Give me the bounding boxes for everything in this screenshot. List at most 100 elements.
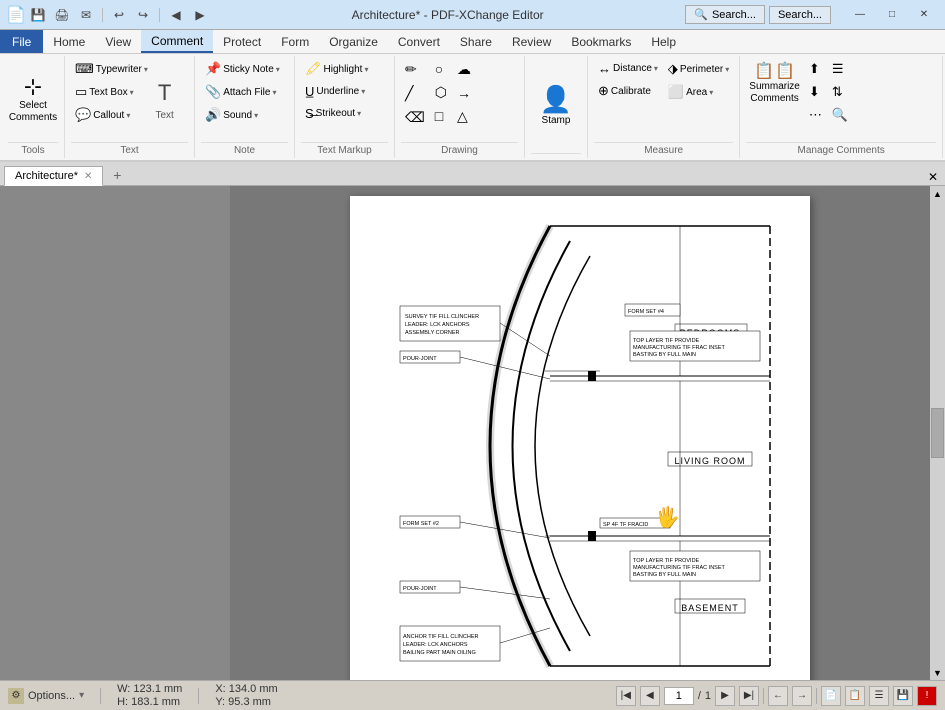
sound-arrow: ▾ (254, 111, 258, 120)
triangle-button[interactable]: △ (453, 105, 475, 128)
first-page-button[interactable]: |◀ (616, 686, 636, 706)
text-button[interactable]: T (154, 77, 175, 109)
redo-button[interactable]: ↪ (133, 6, 153, 24)
arrow-button[interactable]: → (453, 82, 475, 104)
options-icon[interactable]: ⚙ (8, 688, 24, 704)
menu-comment[interactable]: Comment (141, 30, 213, 53)
title-bar-left: 📄 💾 🖨 ✉ ↩ ↪ ◀ ▶ (8, 6, 210, 24)
comment-list-button[interactable]: ☰ (828, 58, 852, 80)
error-button[interactable]: ! (917, 686, 937, 706)
underline-button[interactable]: U̲ Underline ▾ (301, 81, 372, 102)
single-page-button[interactable]: 📄 (821, 686, 841, 706)
back-button[interactable]: ◀ (166, 6, 186, 24)
attach-file-button[interactable]: 📎 Attach File ▾ (201, 81, 284, 103)
perimeter-button[interactable]: ⬗ Perimeter ▾ (664, 58, 733, 80)
save-button[interactable]: 💾 (28, 6, 48, 24)
area-arrow: ▾ (709, 88, 713, 97)
options-label[interactable]: Options... (28, 690, 75, 702)
text-label: Text (154, 110, 175, 121)
menu-organize[interactable]: Organize (319, 30, 388, 53)
summarize-comments-button[interactable]: 📋 📋 SummarizeComments (746, 58, 803, 108)
circle-button[interactable]: ○ (431, 58, 451, 80)
calibrate-button[interactable]: ⊕ Calibrate (594, 80, 662, 102)
highlight-button[interactable]: 🖍 Highlight ▾ (301, 58, 372, 80)
svg-text:LIVING ROOM: LIVING ROOM (674, 456, 745, 466)
typewriter-button[interactable]: ⌨ Typewriter ▾ (71, 58, 152, 80)
height-value: H: 183.1 mm (117, 696, 182, 708)
status-sep-3 (763, 688, 764, 704)
menu-bookmarks[interactable]: Bookmarks (561, 30, 641, 53)
cloud-icon: ☁ (457, 61, 471, 78)
eraser-button[interactable]: ⌫ (401, 106, 429, 129)
save-status-button[interactable]: 💾 (893, 686, 913, 706)
print-button[interactable]: 🖨 (52, 6, 72, 24)
document-tab[interactable]: Architecture* ✕ (4, 166, 103, 186)
undo-button[interactable]: ↩ (109, 6, 129, 24)
forward-button[interactable]: ▶ (190, 6, 210, 24)
textbox-arrow: ▾ (130, 88, 134, 97)
distance-arrow: ▾ (654, 64, 658, 73)
ribbon-group-measure: ↔ Distance ▾ ⊕ Calibrate ⬗ Perimeter ▾ (588, 56, 740, 158)
line-button[interactable]: ╱ (401, 82, 429, 105)
email-button[interactable]: ✉ (76, 6, 96, 24)
last-page-button[interactable]: ▶| (739, 686, 759, 706)
menu-form[interactable]: Form (271, 30, 319, 53)
menu-convert[interactable]: Convert (388, 30, 450, 53)
maximize-button[interactable]: □ (879, 6, 905, 24)
close-button[interactable]: ✕ (911, 6, 937, 24)
tab-close-button[interactable]: ✕ (84, 171, 92, 182)
menu-share[interactable]: Share (450, 30, 502, 53)
sticky-note-button[interactable]: 📌 Sticky Note ▾ (201, 58, 284, 80)
textbox-button[interactable]: ▭ Text Box ▾ (71, 81, 152, 103)
strikeout-button[interactable]: S̶ Strikeout ▾ (301, 103, 372, 124)
continuous-button[interactable]: ☰ (869, 686, 889, 706)
area-button[interactable]: ⬜ Area ▾ (664, 81, 733, 103)
scroll-thumb[interactable] (931, 408, 944, 458)
export-comments-button[interactable]: ⬇ (805, 81, 826, 103)
main-area: BEDROOMS LIVING ROOM BASEMENT SURVEY TIF… (0, 186, 945, 680)
minimize-button[interactable]: — (847, 6, 873, 24)
menu-file[interactable]: File (0, 30, 43, 53)
next-page-button[interactable]: ▶ (715, 686, 735, 706)
scroll-down-button[interactable]: ▼ (930, 665, 945, 680)
page-number-input[interactable] (664, 687, 694, 705)
pencil-button[interactable]: ✏ (401, 58, 429, 81)
select-comments-button[interactable]: ⊹ SelectComments (8, 69, 58, 129)
svg-text:TOP LAYER TIF PROVIDE: TOP LAYER TIF PROVIDE (633, 558, 700, 564)
polygon-button[interactable]: ⬡ (431, 81, 451, 104)
go-back-button[interactable]: ← (768, 686, 788, 706)
go-forward-button[interactable]: → (792, 686, 812, 706)
circle-icon: ○ (435, 61, 443, 77)
filter-button[interactable]: 🔍 (828, 104, 852, 126)
import-comments-button[interactable]: ⬆ (805, 58, 826, 80)
callout-button[interactable]: 💬 Callout ▾ (71, 104, 152, 126)
app-icon[interactable]: 📄 (8, 7, 24, 23)
menu-review[interactable]: Review (502, 30, 561, 53)
menu-help[interactable]: Help (641, 30, 686, 53)
close-all-tabs-button[interactable]: ✕ (925, 169, 941, 185)
new-tab-button[interactable]: + (107, 165, 127, 185)
stamp-button[interactable]: 👤 Stamp (531, 79, 581, 131)
prev-page-button[interactable]: ◀ (640, 686, 660, 706)
sound-icon: 🔊 (205, 107, 221, 123)
cloud-button[interactable]: ☁ (453, 58, 475, 81)
svg-text:LEADER: LCK ANCHORS: LEADER: LCK ANCHORS (403, 642, 468, 648)
menu-view[interactable]: View (95, 30, 141, 53)
right-scrollbar[interactable]: ▲ ▼ (930, 186, 945, 680)
rect-button[interactable]: □ (431, 105, 451, 127)
svg-text:FORM SET #2: FORM SET #2 (403, 521, 439, 527)
menu-home[interactable]: Home (43, 30, 95, 53)
distance-button[interactable]: ↔ Distance ▾ (594, 58, 662, 79)
sound-button[interactable]: 🔊 Sound ▾ (201, 104, 284, 126)
pdf-document: BEDROOMS LIVING ROOM BASEMENT SURVEY TIF… (350, 196, 810, 680)
svg-text:MANUFACTURING TIF FRAC INSET: MANUFACTURING TIF FRAC INSET (633, 345, 726, 351)
find-button[interactable]: 🔍 Search... (685, 5, 765, 24)
document-area[interactable]: BEDROOMS LIVING ROOM BASEMENT SURVEY TIF… (230, 186, 930, 680)
sort-button[interactable]: ⇅ (828, 81, 852, 103)
two-page-button[interactable]: 📋 (845, 686, 865, 706)
menu-protect[interactable]: Protect (213, 30, 271, 53)
scroll-up-button[interactable]: ▲ (930, 186, 945, 201)
more-comments-button[interactable]: ⋯ (805, 104, 826, 126)
manage-group-label: Manage Comments (746, 142, 936, 158)
search-button[interactable]: Search... (769, 6, 831, 24)
